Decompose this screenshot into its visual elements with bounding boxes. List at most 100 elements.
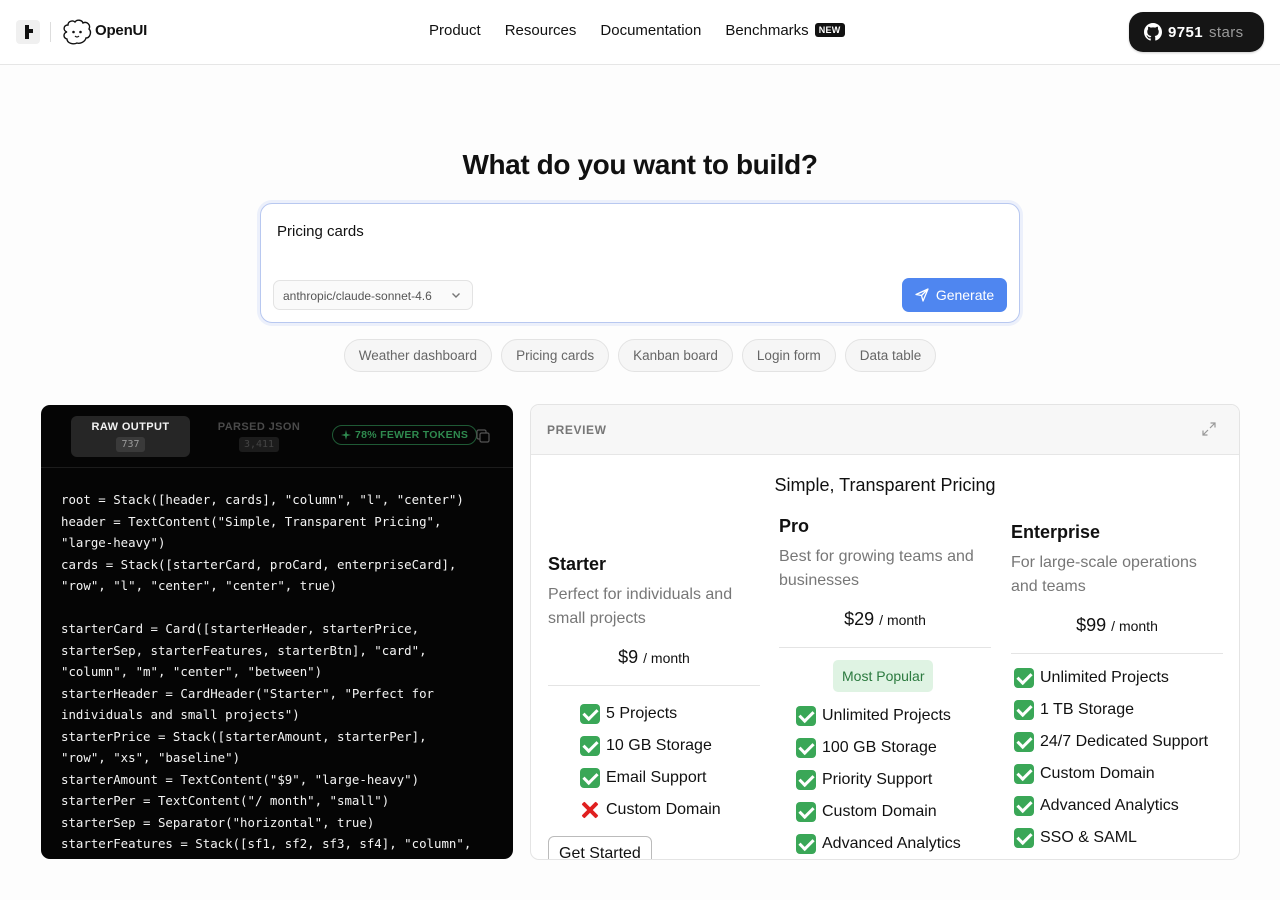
nav-product[interactable]: Product — [429, 22, 481, 39]
generate-button[interactable]: Generate — [902, 278, 1007, 312]
chip-kanban-board[interactable]: Kanban board — [618, 339, 733, 372]
plan-description: Perfect for individuals and small projec… — [548, 586, 733, 627]
plan-features: 5 Projects 10 GB Storage Email Support C… — [548, 698, 760, 826]
openui-mascot-icon — [63, 19, 92, 45]
top-navbar: OpenUI Product Resources Documentation B… — [0, 0, 1280, 65]
feature-text: Custom Domain — [822, 803, 937, 820]
pricing-card-starter: Starter Perfect for individuals and smal… — [548, 554, 760, 859]
send-icon — [915, 288, 929, 302]
plan-amount: $9 — [618, 647, 639, 667]
feature-item: 10 GB Storage — [580, 730, 760, 762]
copy-icon[interactable] — [476, 429, 490, 443]
feature-text: 5 Projects — [606, 705, 678, 722]
github-star-count: 9751 — [1168, 23, 1203, 41]
nav-documentation[interactable]: Documentation — [600, 22, 701, 39]
prompt-input-box[interactable]: Pricing cards anthropic/claude-sonnet-4.… — [260, 203, 1020, 323]
feature-text: Priority Support — [822, 771, 933, 788]
feature-text: 100 GB Storage — [822, 739, 937, 756]
plan-price: $99/ month — [1011, 615, 1223, 641]
feature-item: Email Support — [580, 762, 760, 794]
feature-item: 1 TB Storage — [1014, 694, 1223, 726]
feature-text: Advanced Analytics — [1040, 797, 1179, 814]
tab-raw-output-label: RAW OUTPUT — [91, 421, 170, 433]
feature-item: Advanced Analytics — [1014, 790, 1223, 822]
code-output-panel: RAW OUTPUT 737 PARSED JSON 3,411 78% FEW… — [41, 405, 513, 859]
chip-login-form[interactable]: Login form — [741, 339, 836, 372]
main-nav: Product Resources Documentation Benchmar… — [429, 22, 869, 39]
logo-divider — [50, 22, 51, 42]
brand-name[interactable]: OpenUI — [95, 22, 147, 39]
feature-text: Advanced Analytics — [822, 835, 961, 852]
github-star-label: stars — [1208, 23, 1244, 41]
feature-item: SSO & SAML — [1014, 822, 1223, 854]
plan-description: For large-scale operations and teams — [1011, 554, 1197, 595]
fewer-tokens-text: 78% FEWER TOKENS — [355, 429, 469, 441]
most-popular-badge: Most Popular — [833, 660, 934, 692]
feature-text: SSO & SAML — [1040, 829, 1137, 846]
nav-benchmarks-label: Benchmarks — [725, 22, 809, 39]
plan-divider — [548, 685, 760, 686]
chevron-down-icon — [452, 293, 460, 298]
nav-benchmarks[interactable]: Benchmarks NEW — [725, 22, 845, 39]
check-icon — [1014, 828, 1034, 848]
feature-item: Unlimited Projects — [796, 700, 991, 732]
feature-text: 1 TB Storage — [1040, 701, 1134, 718]
model-select[interactable]: anthropic/claude-sonnet-4.6 — [273, 280, 473, 310]
feature-item: Priority Support — [796, 764, 991, 796]
cross-icon — [580, 800, 600, 820]
code-output-text: root = Stack([header, cards], "column", … — [61, 492, 472, 859]
github-icon — [1144, 23, 1162, 41]
get-started-button[interactable]: Get Started — [548, 836, 652, 859]
plan-name: Enterprise — [1011, 522, 1101, 542]
check-icon — [1014, 732, 1034, 752]
plan-divider — [1011, 653, 1223, 654]
plan-name: Starter — [548, 554, 607, 574]
pricing-title: Simple, Transparent Pricing — [774, 475, 996, 495]
plan-features: Unlimited Projects 100 GB Storage Priori… — [779, 700, 991, 859]
nav-resources[interactable]: Resources — [505, 22, 577, 39]
check-icon — [796, 738, 816, 758]
feature-text: 10 GB Storage — [606, 737, 712, 754]
feature-text: Unlimited Projects — [822, 707, 951, 724]
expand-icon[interactable] — [1202, 422, 1216, 436]
check-icon — [1014, 700, 1034, 720]
plan-name: Pro — [779, 516, 810, 536]
plan-features: Unlimited Projects 1 TB Storage 24/7 Ded… — [1011, 662, 1223, 854]
feature-item: 24/7 Dedicated Support — [1014, 726, 1223, 758]
preview-header: PREVIEW — [531, 405, 1239, 455]
tab-raw-output[interactable]: RAW OUTPUT 737 — [71, 416, 190, 457]
feature-item: 100 GB Storage — [796, 732, 991, 764]
chip-weather-dashboard[interactable]: Weather dashboard — [343, 339, 493, 372]
feature-text: Custom Domain — [606, 801, 721, 818]
tab-raw-output-count: 737 — [116, 437, 145, 452]
suggestion-chips: Weather dashboard Pricing cards Kanban b… — [0, 339, 1280, 372]
plan-description: Best for growing teams and businesses — [779, 548, 974, 589]
tab-parsed-json-count: 3,411 — [238, 437, 280, 452]
check-icon — [580, 736, 600, 756]
github-stars-button[interactable]: 9751 stars — [1129, 12, 1264, 52]
preview-panel: PREVIEW Simple, Transparent Pricing Star… — [530, 404, 1240, 860]
feature-text: 24/7 Dedicated Support — [1040, 733, 1209, 750]
code-panel-header: RAW OUTPUT 737 PARSED JSON 3,411 78% FEW… — [41, 405, 513, 468]
sparkle-icon — [341, 430, 351, 440]
chip-data-table[interactable]: Data table — [844, 339, 937, 372]
check-icon — [1014, 796, 1034, 816]
plan-amount: $99 — [1076, 615, 1107, 635]
app-logo-icon[interactable] — [16, 20, 40, 44]
plan-amount: $29 — [844, 609, 875, 629]
chip-pricing-cards[interactable]: Pricing cards — [501, 339, 610, 372]
pricing-card-pro: Pro Best for growing teams and businesse… — [779, 516, 991, 859]
check-icon — [796, 802, 816, 822]
feature-item: Advanced Analytics — [796, 828, 991, 859]
generate-button-label: Generate — [935, 287, 995, 303]
tab-parsed-json[interactable]: PARSED JSON 3,411 — [209, 416, 309, 457]
prompt-input-value[interactable]: Pricing cards — [277, 223, 364, 240]
feature-item: Custom Domain — [796, 796, 991, 828]
plan-period: / month — [643, 650, 690, 666]
pricing-card-enterprise: Enterprise For large-scale operations an… — [1011, 522, 1223, 854]
fewer-tokens-badge: 78% FEWER TOKENS — [332, 425, 478, 445]
tab-parsed-json-label: PARSED JSON — [217, 421, 301, 433]
check-icon — [1014, 668, 1034, 688]
check-icon — [796, 706, 816, 726]
plan-period: / month — [1111, 618, 1158, 634]
